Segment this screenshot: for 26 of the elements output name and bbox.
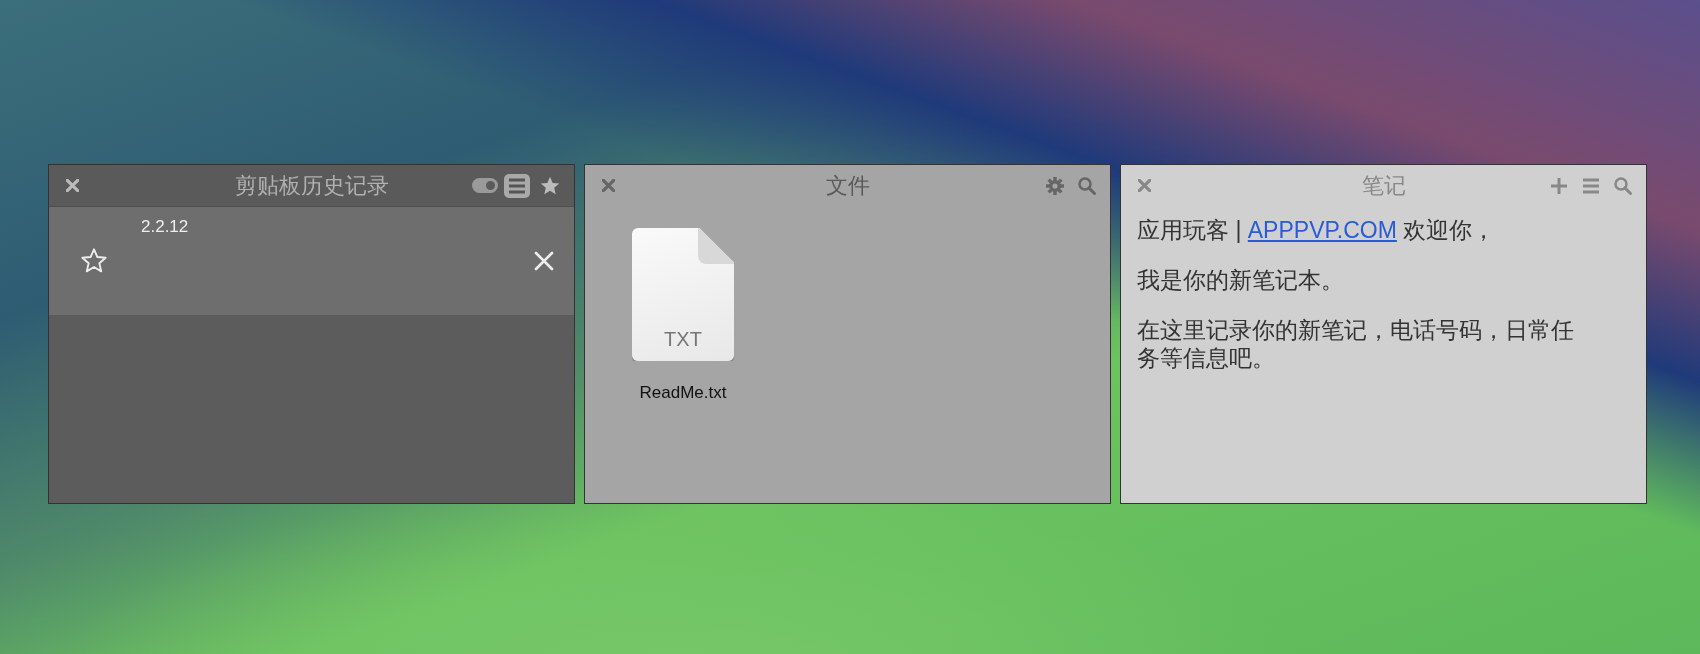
clipboard-item[interactable]: 2.2.12 [49, 207, 574, 315]
toggle-switch[interactable] [472, 178, 498, 193]
menu-icon [1581, 176, 1601, 195]
text-file-icon[interactable]: TXT [632, 228, 734, 361]
note-paragraph: 在这里记录你的新笔记，电话号码，日常任务等信息吧。 [1137, 316, 1575, 372]
website-link[interactable]: APPPVP.COM [1247, 217, 1397, 243]
note-paragraph: 我是你的新笔记本。 [1137, 266, 1345, 294]
menu-icon [507, 176, 527, 195]
clipboard-text: 2.2.12 [141, 217, 189, 237]
note-paragraph: 应用玩客 | APPPVP.COM 欢迎你， [1137, 216, 1497, 244]
list-button[interactable] [504, 173, 530, 198]
close-icon [1138, 179, 1151, 192]
close-icon [534, 251, 554, 271]
star-icon [80, 247, 108, 275]
close-button[interactable] [63, 176, 82, 195]
window-title: 剪贴板历史记录 [234, 171, 389, 200]
window-title: 笔记 [1361, 171, 1406, 200]
search-icon [1613, 175, 1633, 196]
file-name: ReadMe.txt [639, 383, 727, 403]
close-icon [66, 179, 79, 192]
plus-icon [1549, 175, 1569, 196]
search-icon [1077, 175, 1097, 196]
close-icon [602, 179, 615, 192]
window-title: 文件 [825, 171, 870, 200]
close-button[interactable] [1135, 176, 1154, 195]
close-button[interactable] [599, 176, 618, 195]
